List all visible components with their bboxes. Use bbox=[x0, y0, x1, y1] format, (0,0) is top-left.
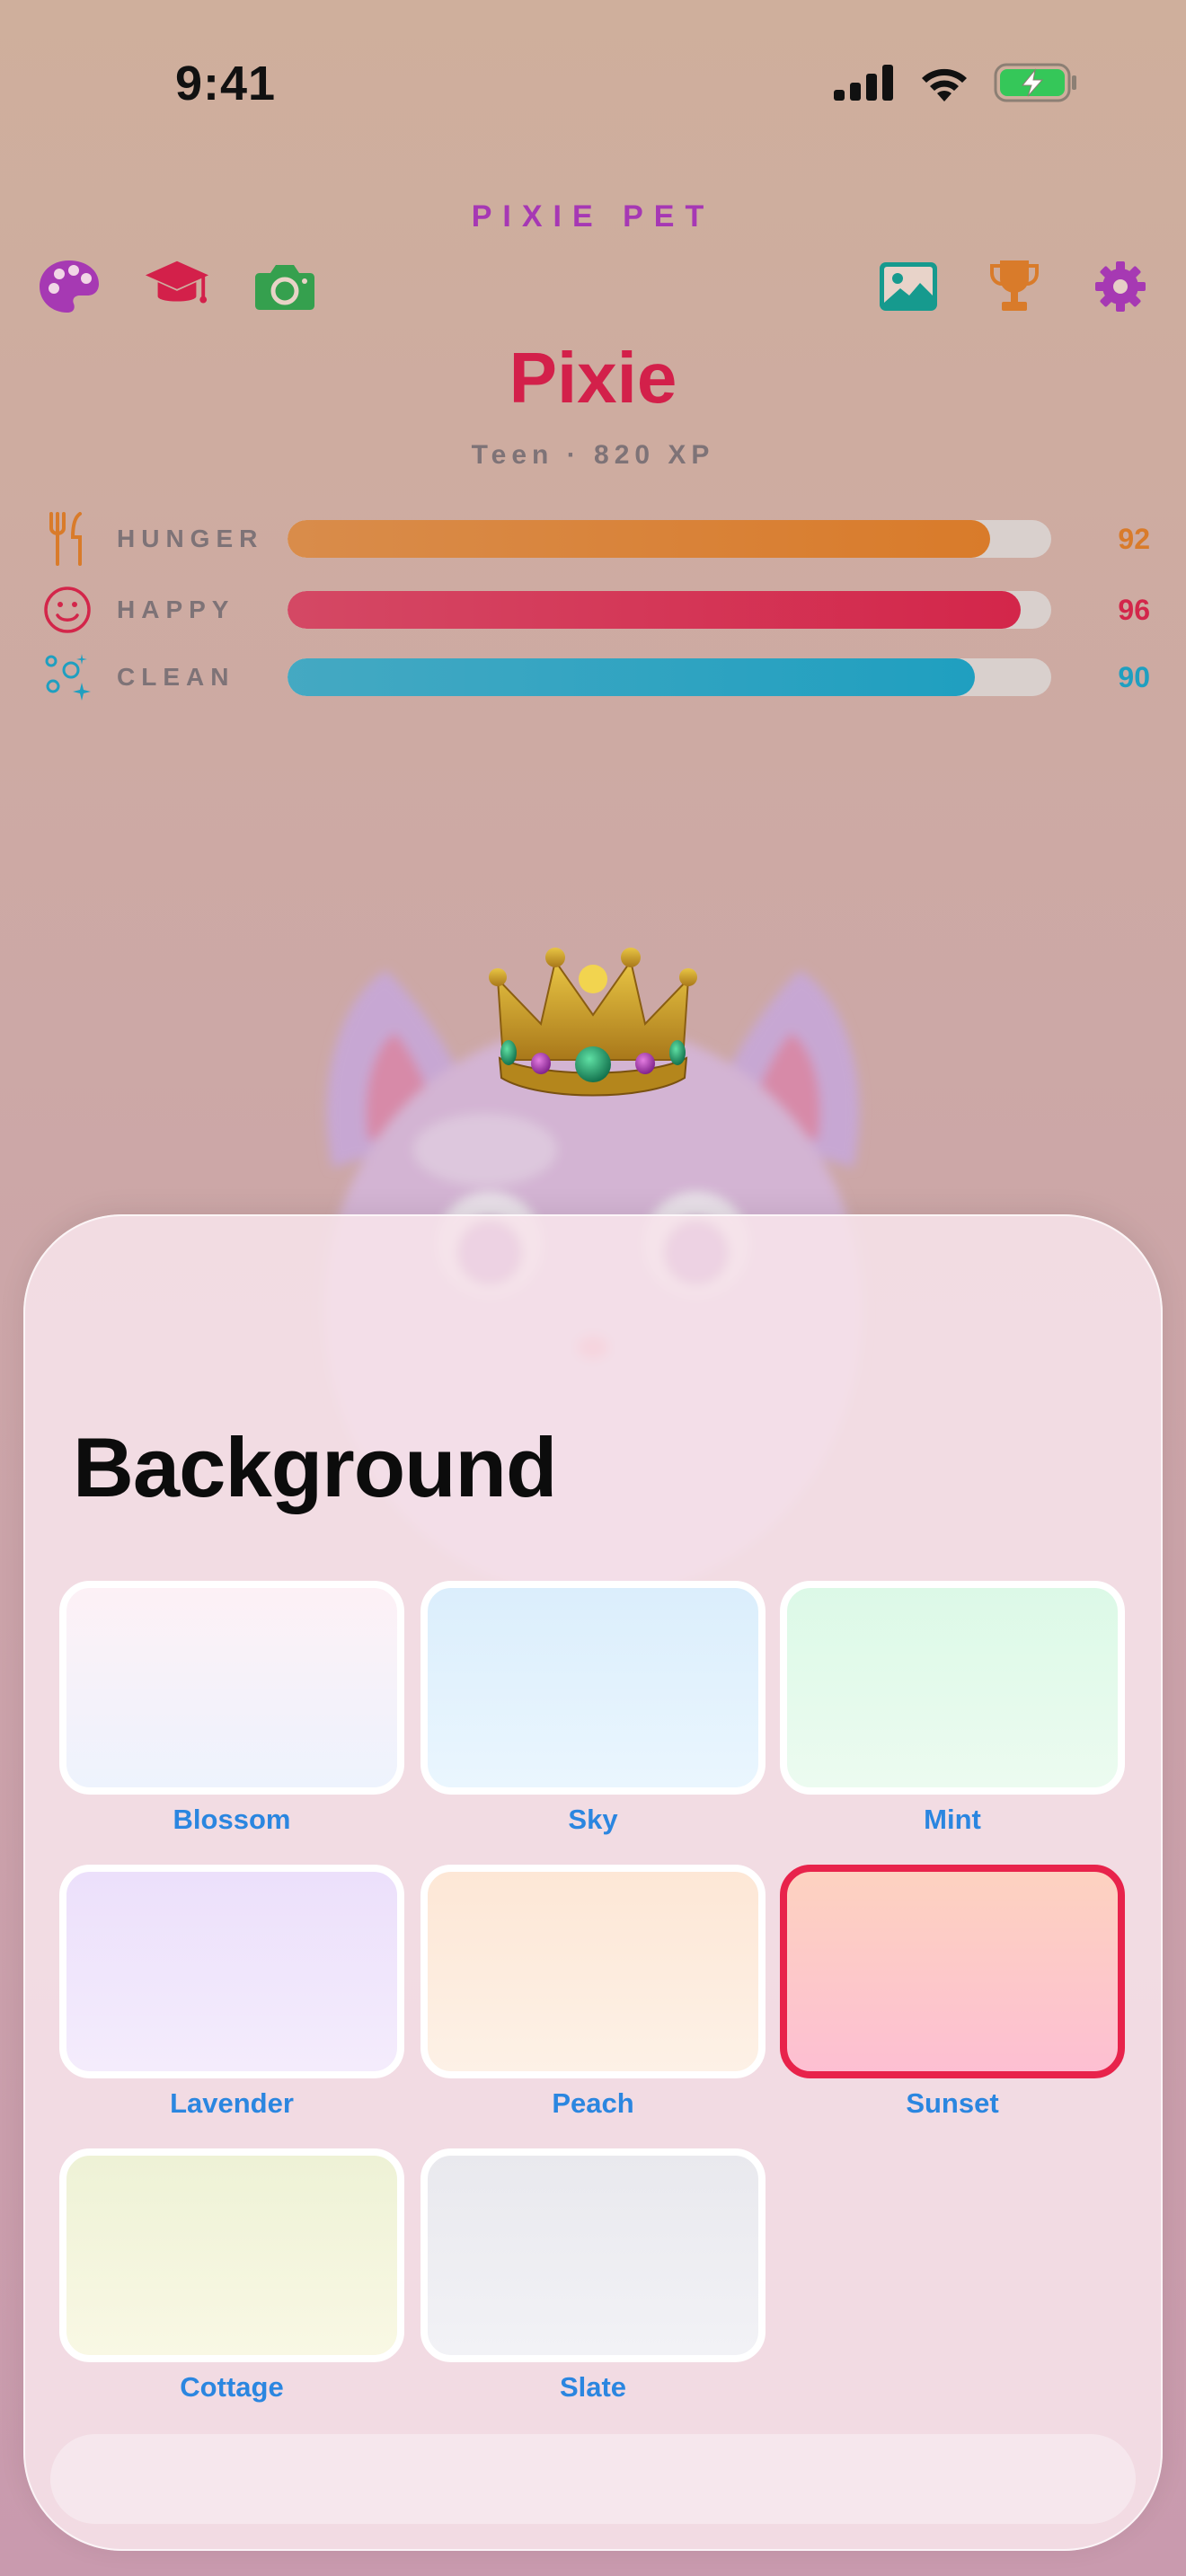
wifi-icon bbox=[918, 64, 970, 106]
background-option-label: Sky bbox=[568, 1804, 618, 1835]
stat-bar-track bbox=[288, 658, 1051, 696]
background-option-label: Slate bbox=[559, 2371, 627, 2403]
signal-icon bbox=[834, 65, 895, 105]
background-option-mint[interactable] bbox=[780, 1581, 1125, 1795]
background-option-sky[interactable] bbox=[420, 1581, 766, 1795]
stat-row-clean: CLEAN 90 bbox=[41, 650, 1155, 704]
top-toolbar-left bbox=[36, 253, 318, 320]
background-option-cottage[interactable] bbox=[59, 2148, 404, 2362]
trophy-icon[interactable] bbox=[981, 253, 1048, 320]
stat-bar-fill bbox=[288, 658, 975, 696]
camera-icon[interactable] bbox=[252, 253, 318, 320]
background-option-label: Peach bbox=[552, 2087, 634, 2119]
app-title: PIXIE PET bbox=[471, 199, 715, 234]
photo-icon[interactable] bbox=[875, 253, 942, 320]
background-option-label: Cottage bbox=[180, 2371, 284, 2403]
pet-name: Pixie bbox=[509, 338, 677, 418]
graduation-cap-icon[interactable] bbox=[144, 253, 210, 320]
stat-bar-fill bbox=[288, 591, 1021, 629]
background-option-blossom[interactable] bbox=[59, 1581, 404, 1795]
pet-level-xp: Teen · 820 XP bbox=[471, 440, 715, 470]
stat-value: 90 bbox=[1118, 660, 1150, 693]
status-icons bbox=[834, 63, 1078, 107]
sparkles-icon bbox=[41, 651, 93, 703]
background-option-slate[interactable] bbox=[420, 2148, 766, 2362]
status-bar: 9:41 bbox=[0, 0, 1186, 171]
palette-icon[interactable] bbox=[36, 253, 102, 320]
stat-row-hunger: HUNGER 92 bbox=[41, 512, 1155, 566]
stat-value: 96 bbox=[1118, 593, 1150, 626]
background-option-label: Blossom bbox=[173, 1804, 291, 1835]
stat-value: 92 bbox=[1118, 522, 1150, 555]
stat-label: HAPPY bbox=[117, 595, 235, 623]
gear-icon[interactable] bbox=[1087, 253, 1154, 320]
crown-accessory bbox=[485, 943, 701, 1127]
background-option-sunset[interactable] bbox=[780, 1865, 1125, 2078]
sheet-bottom-bar bbox=[50, 2434, 1136, 2524]
stat-bar-fill bbox=[288, 520, 990, 558]
stat-label: HUNGER bbox=[117, 525, 264, 552]
battery-charging-icon bbox=[994, 63, 1078, 107]
smiley-icon bbox=[41, 584, 93, 636]
background-picker-sheet: Background Blossom Sky Mint Lavender Pea… bbox=[23, 1214, 1163, 2551]
background-option-peach[interactable] bbox=[420, 1865, 766, 2078]
background-option-label: Sunset bbox=[906, 2087, 999, 2119]
background-option-lavender[interactable] bbox=[59, 1865, 404, 2078]
background-option-label: Mint bbox=[924, 1804, 981, 1835]
background-option-label: Lavender bbox=[170, 2087, 294, 2119]
top-toolbar-right bbox=[875, 253, 1154, 320]
stat-bar-track bbox=[288, 520, 1051, 558]
sheet-title: Background bbox=[73, 1420, 557, 1514]
fork-knife-icon bbox=[41, 512, 93, 566]
stat-row-happy: HAPPY 96 bbox=[41, 583, 1155, 637]
stat-label: CLEAN bbox=[117, 663, 235, 691]
stat-bar-track bbox=[288, 591, 1051, 629]
status-time: 9:41 bbox=[175, 57, 277, 110]
